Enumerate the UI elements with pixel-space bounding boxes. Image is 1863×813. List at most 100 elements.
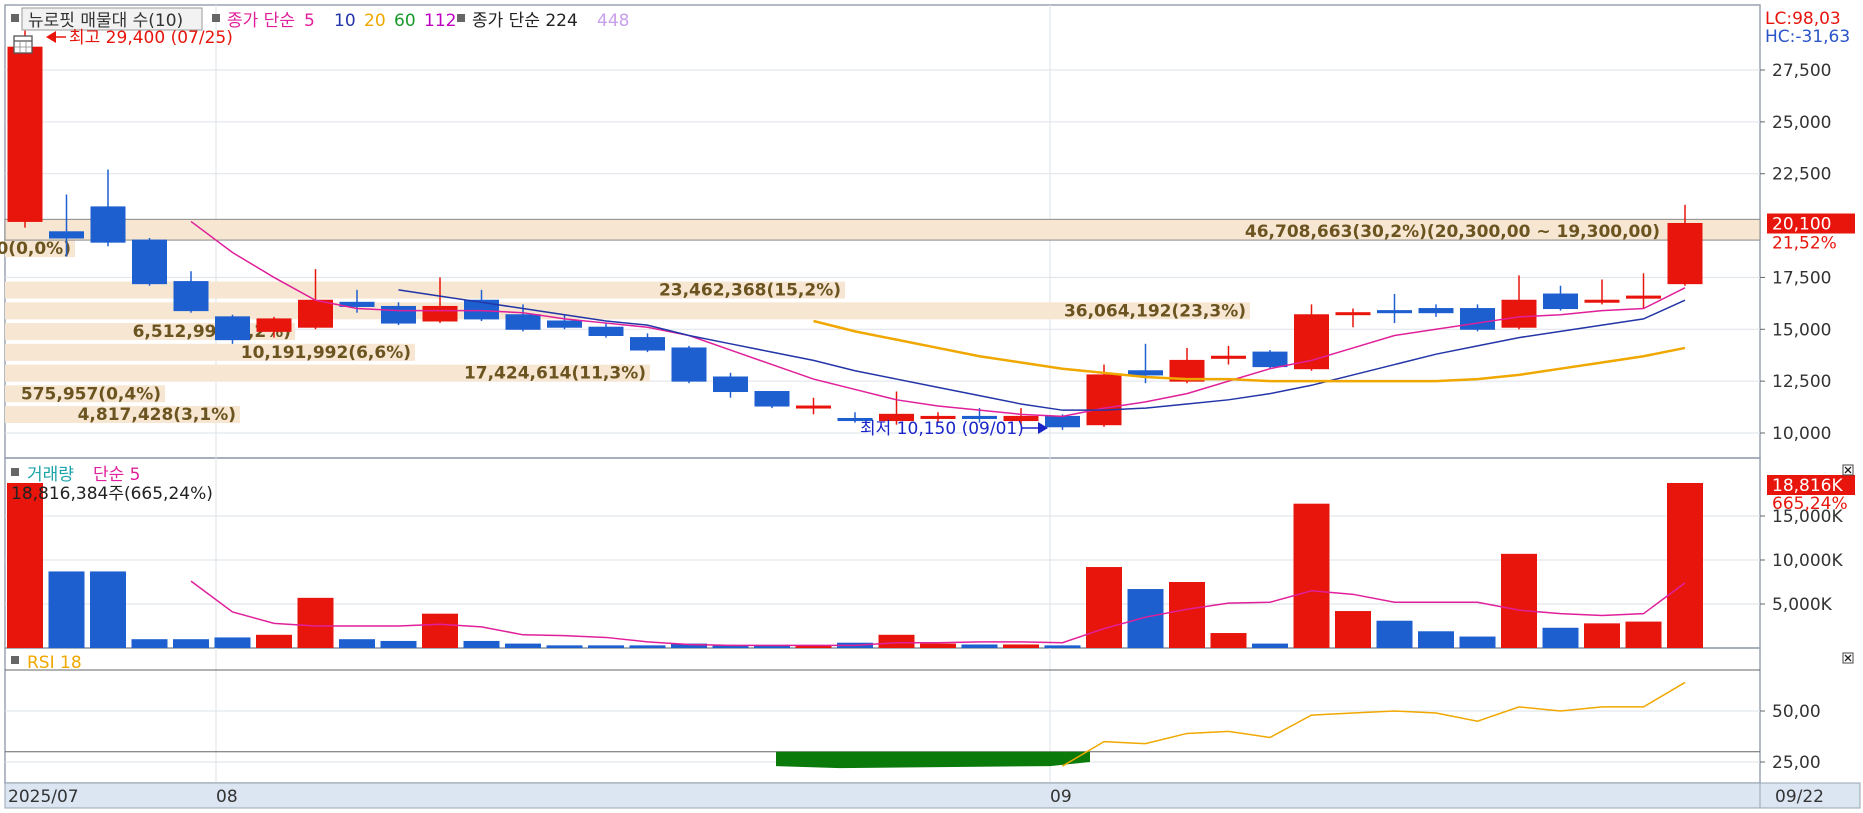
profile-label: 36,064,192(23,3%) <box>1064 301 1246 321</box>
legend-marker <box>212 14 220 22</box>
volume-bar <box>1003 644 1039 648</box>
legend-marker <box>11 468 19 476</box>
candle-body <box>1501 299 1537 328</box>
candle-body <box>298 299 333 328</box>
candle-body <box>1584 299 1620 303</box>
ma-legend-10[interactable]: 10 <box>334 11 356 31</box>
candle-body <box>7 46 43 222</box>
volume-bar <box>1625 621 1662 648</box>
volume-legend-name[interactable]: 거래량 <box>27 465 74 485</box>
candle-body <box>173 281 209 312</box>
candle-body <box>256 318 292 332</box>
low-annotation: 최저 10,150 (09/01) <box>860 419 1048 439</box>
ma-legend-60[interactable]: 60 <box>394 11 416 31</box>
price-change-label: 21,52% <box>1772 233 1837 253</box>
volume-bar <box>1667 483 1703 648</box>
volume-bar <box>1086 567 1122 648</box>
volume-bar <box>505 643 541 648</box>
y-tick-label: 17,500 <box>1772 268 1831 288</box>
volume-change-label: 665,24% <box>1772 494 1848 514</box>
rsi-legend-label[interactable]: RSI 18 <box>27 653 82 673</box>
ma-legend-5[interactable]: 5 <box>304 11 315 31</box>
volume-badge-label: 18,816K <box>1772 476 1843 496</box>
volume-annotation: 18,816,384주(665,24%) <box>11 484 213 504</box>
candle-body <box>505 314 541 330</box>
volume-bar <box>546 645 583 648</box>
y-tick-label: 25,00 <box>1772 753 1821 773</box>
legend-marker <box>11 656 19 664</box>
y-tick-label: 22,500 <box>1772 165 1831 185</box>
candle-body <box>381 305 416 324</box>
volume-bar <box>1293 503 1330 648</box>
candle-body <box>1335 312 1371 316</box>
volume-bar <box>90 571 126 648</box>
ma-legend-112[interactable]: 112 <box>424 11 456 31</box>
volume-legend-ma[interactable]: 단순 5 <box>93 465 141 485</box>
volume-bar <box>1418 631 1454 648</box>
candle-body <box>630 337 665 351</box>
y-tick-label: 5,000K <box>1772 595 1833 615</box>
volume-badge: 18,816K 665,24% <box>1767 475 1855 514</box>
volume-bar <box>1542 627 1579 648</box>
profile-label: 10,191,992(6,6%) <box>241 343 411 363</box>
volume-bar <box>1376 620 1413 648</box>
volume-bar <box>422 613 458 648</box>
candle-body <box>215 316 250 341</box>
profile-label: 4,817,428(3,1%) <box>78 405 236 425</box>
candle-body <box>1418 308 1454 314</box>
volume-bar <box>214 637 251 648</box>
volume-bar <box>173 639 209 648</box>
volume-bar <box>1169 582 1205 648</box>
profile-label: 575,957(0,4%) <box>21 384 161 404</box>
ma-legend-2-prefix[interactable]: 종가 단순 224 <box>472 11 578 31</box>
candle-body <box>1211 355 1246 359</box>
ma-legend-prefix[interactable]: 종가 단순 <box>227 11 295 31</box>
legend-marker <box>457 14 465 22</box>
ma-legend-448[interactable]: 448 <box>597 11 629 31</box>
candle-body <box>49 231 84 239</box>
x-axis: 2025/07 08 09 09/22 <box>4 782 1861 809</box>
volume-bar <box>1127 589 1164 648</box>
volume-bar <box>1044 645 1081 648</box>
volume-bar <box>1252 643 1288 648</box>
candle-body <box>132 239 167 285</box>
ma-legend-20[interactable]: 20 <box>364 11 386 31</box>
x-tick-label: 08 <box>216 787 238 807</box>
candle-body <box>90 206 126 243</box>
candle-body <box>1252 351 1288 368</box>
candle-body <box>547 320 582 328</box>
rsi-oversold-fill <box>776 751 1090 769</box>
candle-body <box>1460 308 1495 330</box>
close-icon[interactable] <box>1842 464 1854 476</box>
y-tick-label: 15,000 <box>1772 320 1831 340</box>
volume-bar <box>463 640 500 648</box>
y-tick-label: 10,000K <box>1772 551 1843 571</box>
volume-bar <box>1335 611 1371 648</box>
volume-bar <box>1584 623 1620 648</box>
candle-body <box>796 405 831 409</box>
high-annotation-label: 최고 29,400 (07/25) <box>69 28 233 48</box>
calendar-icon[interactable] <box>13 35 33 54</box>
volume-bar <box>339 639 375 648</box>
candle-body <box>1045 415 1080 428</box>
volume-bar <box>1501 553 1537 648</box>
hc-readout: HC:-31,63 <box>1765 27 1850 47</box>
volume-bar <box>131 639 168 648</box>
profile-label: 17,424,614(11,3%) <box>464 364 646 384</box>
candle-body <box>1543 293 1578 310</box>
volume-bar <box>878 634 915 648</box>
y-tick-label: 25,000 <box>1772 113 1831 133</box>
y-tick-label: 50,00 <box>1772 702 1821 722</box>
y-tick-label: 10,000 <box>1772 424 1831 444</box>
profile-label: 23,462,368(15,2%) <box>659 281 841 301</box>
volume-bar <box>629 645 666 648</box>
x-tick-label: 09 <box>1050 787 1072 807</box>
candle-body <box>422 305 458 322</box>
volume-bar <box>588 645 624 648</box>
close-icon[interactable] <box>1842 652 1854 664</box>
volume-bar <box>1459 636 1496 648</box>
high-annotation: 최고 29,400 (07/25) <box>46 28 233 48</box>
x-tick-label: 09/22 <box>1775 787 1824 807</box>
volume-bar <box>7 483 43 648</box>
profile-label: 46,708,663(30,2%)(20,300,00 ~ 19,300,00) <box>1245 222 1660 242</box>
